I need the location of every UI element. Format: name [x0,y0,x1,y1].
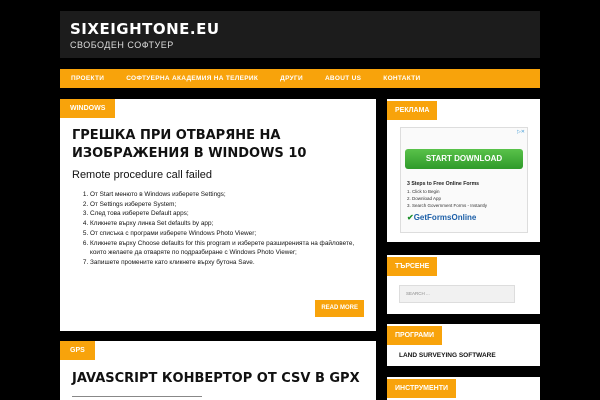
steps-list: От Start менюто в Windows изберете Setti… [90,190,372,268]
site-title[interactable]: SIXEIGHTONE.EU [70,20,220,38]
start-download-button[interactable]: START DOWNLOAD [405,149,523,169]
programs-widget: ПРОГРАМИ LAND SURVEYING SOFTWARE [387,324,540,366]
ad-banner[interactable]: ▷✕ START DOWNLOAD 3 Steps to Free Online… [400,127,528,233]
post-thumbnail-edge [72,396,202,397]
post-card: GPS JAVASCRIPT КОНВЕРТОР ОТ CSV В GPX [60,341,376,400]
nav-item-telerik-academy[interactable]: СОФТУЕРНА АКАДЕМИЯ НА ТЕЛЕРИК [115,75,269,82]
ad-line: 1. Click to Begin [407,189,440,194]
list-item: Кликнете върху Choose defaults for this … [90,239,372,258]
nav-item-about[interactable]: ABOUT US [314,75,372,82]
widget-title: ПРОГРАМИ [387,326,442,345]
ads-widget: РЕКЛАМА ▷✕ START DOWNLOAD 3 Steps to Fre… [387,99,540,242]
search-widget: ТЪРСЕНЕ SEARCH ... [387,255,540,314]
nav-item-contacts[interactable]: КОНТАКТИ [372,75,431,82]
site-header: SIXEIGHTONE.EU СВОБОДЕН СОФТУЕР [60,11,540,58]
list-item: От Settings изберете System; [90,200,372,210]
post-title[interactable]: ГРЕШКА ПРИ ОТВАРЯНЕ НА ИЗОБРАЖЕНИЯ В WIN… [72,127,362,163]
post-subtitle: Remote procedure call failed [72,169,213,181]
list-item: Кликнете върху линка Set defaults by app… [90,219,372,229]
read-more-button[interactable]: READ MORE [315,300,364,317]
ad-line: 2. Download App [407,196,442,201]
post-title[interactable]: JAVASCRIPT КОНВЕРТОР ОТ CSV В GPX [72,370,362,388]
site-tagline: СВОБОДЕН СОФТУЕР [70,40,174,50]
post-card: WINDOWS ГРЕШКА ПРИ ОТВАРЯНЕ НА ИЗОБРАЖЕН… [60,99,376,331]
category-badge[interactable]: WINDOWS [60,99,116,118]
ad-logo: ✔GetFormsOnline [407,213,476,222]
list-item: От Start менюто в Windows изберете Setti… [90,190,372,200]
ad-headline: 3 Steps to Free Online Forms [407,181,480,187]
search-input[interactable]: SEARCH ... [399,285,515,303]
ad-line: 3. Search Government Forms - Instantly [407,203,488,208]
list-item: Запишете промените като кликнете върху б… [90,258,372,268]
widget-title: ИНСТРУМЕНТИ [387,379,457,398]
list-item: След това изберете Default apps; [90,209,372,219]
nav-item-projects[interactable]: ПРОЕКТИ [60,75,115,82]
programs-link[interactable]: LAND SURVEYING SOFTWARE [399,352,496,359]
widget-title: РЕКЛАМА [387,101,438,120]
category-badge[interactable]: GPS [60,341,95,360]
widget-title: ТЪРСЕНЕ [387,257,438,276]
main-nav: ПРОЕКТИ СОФТУЕРНА АКАДЕМИЯ НА ТЕЛЕРИК ДР… [60,69,540,88]
ad-choices-icon[interactable]: ▷✕ [517,129,525,135]
list-item: От списъка с програми изберете Windows P… [90,229,372,239]
check-icon: ✔ [407,213,414,222]
ad-logo-text: GetFormsOnline [413,213,477,222]
tools-widget: ИНСТРУМЕНТИ [387,377,540,400]
nav-item-others[interactable]: ДРУГИ [269,75,314,82]
